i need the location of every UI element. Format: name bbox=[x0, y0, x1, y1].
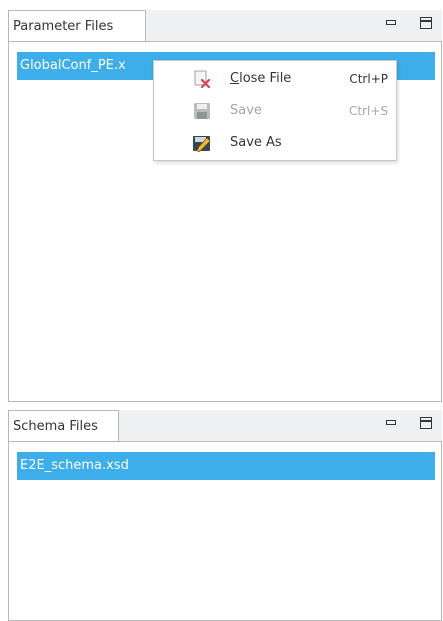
file-name: GlobalConf_PE.x bbox=[20, 58, 126, 73]
save-icon bbox=[194, 103, 210, 119]
schema-files-panel: Schema Files E2E_schema.xsd bbox=[8, 410, 442, 621]
minimize-icon[interactable] bbox=[386, 20, 396, 25]
menu-label: Save bbox=[230, 103, 262, 118]
tab-schema-files[interactable]: Schema Files bbox=[8, 410, 119, 441]
menu-shortcut: Ctrl+S bbox=[348, 104, 388, 118]
minimize-icon[interactable] bbox=[386, 420, 396, 425]
file-name: E2E_schema.xsd bbox=[20, 458, 129, 473]
save-as-menu-item[interactable]: Save As bbox=[154, 129, 396, 157]
close-file-icon bbox=[194, 70, 211, 88]
schema-files-list[interactable]: E2E_schema.xsd bbox=[8, 441, 442, 621]
tab-label: Schema Files bbox=[13, 419, 98, 434]
float-window-icon[interactable] bbox=[420, 417, 432, 429]
menu-label: Save As bbox=[230, 135, 282, 150]
context-menu: Close File Ctrl+P Save Ctrl+S Save As bbox=[153, 60, 397, 161]
tab-label: Parameter Files bbox=[13, 19, 114, 34]
close-file-menu-item[interactable]: Close File Ctrl+P bbox=[154, 65, 396, 93]
float-window-icon[interactable] bbox=[420, 17, 432, 29]
schema-panel-controls bbox=[386, 416, 432, 432]
save-as-icon bbox=[193, 136, 211, 152]
save-menu-item[interactable]: Save Ctrl+S bbox=[154, 97, 396, 125]
menu-label: Close File bbox=[230, 71, 292, 86]
list-item[interactable]: E2E_schema.xsd bbox=[17, 452, 435, 480]
menu-shortcut: Ctrl+P bbox=[349, 72, 388, 86]
tab-parameter-files[interactable]: Parameter Files bbox=[8, 10, 146, 41]
parameter-panel-controls bbox=[386, 16, 432, 32]
